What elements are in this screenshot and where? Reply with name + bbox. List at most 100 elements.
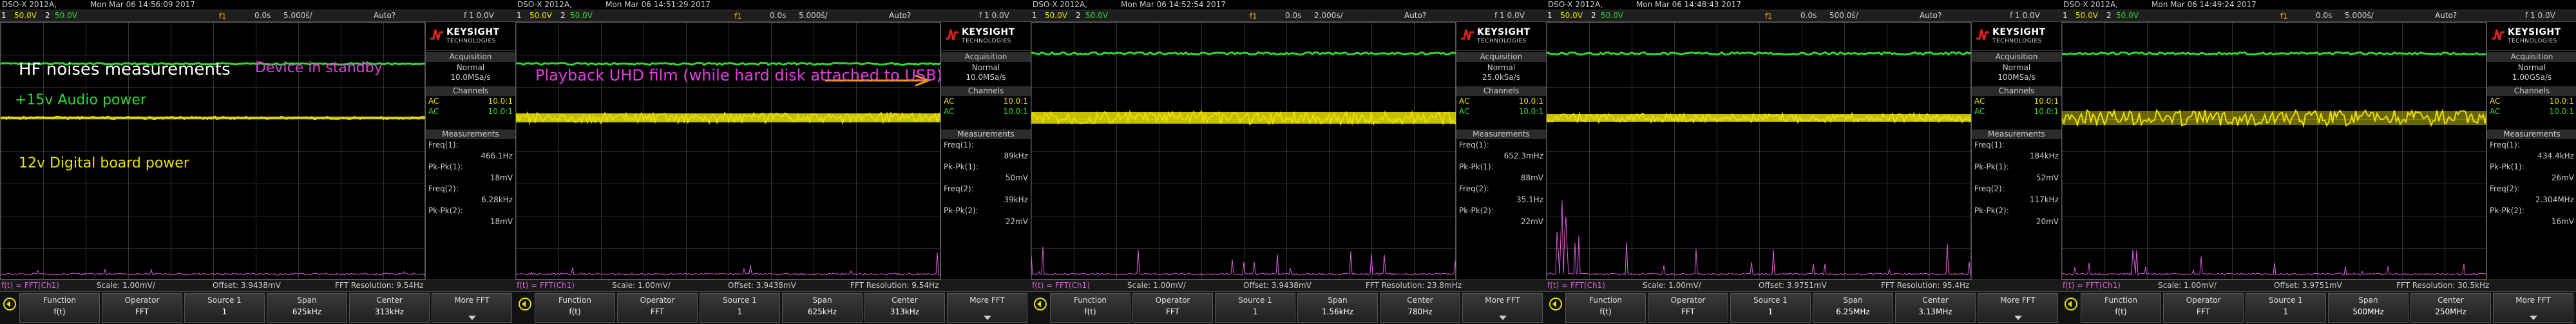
timebase[interactable]: 5.000ŝ/ <box>799 11 828 20</box>
softkey-center[interactable]: Center 313kHz <box>349 293 430 323</box>
time-offset[interactable]: 0.0s <box>2316 11 2332 20</box>
math-scale: Scale: 1.00mV/ <box>1127 281 1186 290</box>
ch2-scale[interactable]: 50.0V <box>1085 11 1108 20</box>
ch1-indicator[interactable]: 1 <box>1032 11 1037 20</box>
softkey-center[interactable]: Center 3.13MHz <box>1895 293 1976 323</box>
ch1-scale[interactable]: 50.0V <box>1045 11 1067 20</box>
measurements-header[interactable]: Measurements <box>941 129 1031 139</box>
ch2-indicator[interactable]: 2 <box>45 11 50 20</box>
trigger-mode[interactable]: Auto? <box>1404 11 1426 20</box>
softkey-span[interactable]: Span 500MHz <box>2328 293 2409 323</box>
softkey-more-fft[interactable]: More FFT <box>432 293 512 323</box>
trigger-mode[interactable]: Auto? <box>2435 11 2457 20</box>
run-status: f 1 0.0V <box>2010 11 2040 20</box>
trigger-indicator[interactable]: f 1 <box>219 11 226 21</box>
acquisition-mode: Normal <box>1487 63 1516 72</box>
back-arrow-icon[interactable] <box>1033 297 1047 311</box>
waveform-display[interactable] <box>1546 22 1972 280</box>
timebase[interactable]: 5.000ŝ/ <box>283 11 312 20</box>
softkey-center[interactable]: Center 313kHz <box>864 293 945 323</box>
softkey-function[interactable]: Function f(t) <box>1565 293 1646 323</box>
trigger-indicator[interactable]: f 1 <box>1250 11 1257 21</box>
timebase[interactable]: 2.000s/ <box>1314 11 1343 20</box>
acquisition-header[interactable]: Acquisition <box>941 52 1031 62</box>
time-offset[interactable]: 0.0s <box>1800 11 1817 20</box>
timebase[interactable]: 5.000ŝ/ <box>2345 11 2374 20</box>
ch1-scale[interactable]: 50.0V <box>1560 11 1583 20</box>
measurements-header[interactable]: Measurements <box>2487 129 2576 139</box>
back-arrow-icon[interactable] <box>2064 297 2078 311</box>
softkey-span[interactable]: Span 625kHz <box>267 293 347 323</box>
time-offset[interactable]: 0.0s <box>770 11 786 20</box>
timebase[interactable]: 500.0ŝ/ <box>1829 11 1858 20</box>
softkey-more-fft[interactable]: More FFT <box>1978 293 2058 323</box>
waveform-display[interactable]: Playback UHD film (while hard disk attac… <box>515 22 942 280</box>
ch1-scale[interactable]: 50.0V <box>530 11 552 20</box>
softkey-more-fft[interactable]: More FFT <box>2493 293 2573 323</box>
waveform-display[interactable] <box>1031 22 1456 280</box>
waveform-display[interactable]: HF noises measurements Device in standby +… <box>0 22 426 280</box>
channels-header[interactable]: Channels <box>1456 86 1546 96</box>
channels-header[interactable]: Channels <box>426 86 515 96</box>
softkey-more-fft[interactable]: More FFT <box>947 293 1027 323</box>
time-offset[interactable]: 0.0s <box>1285 11 1301 20</box>
acquisition-header[interactable]: Acquisition <box>1972 52 2061 62</box>
softkey-function[interactable]: Function f(t) <box>1050 293 1131 323</box>
softkey-operator[interactable]: Operator FFT <box>1132 293 1213 323</box>
back-arrow-icon[interactable] <box>518 297 532 311</box>
softkey-span[interactable]: Span 1.56kHz <box>1297 293 1378 323</box>
back-arrow-icon[interactable] <box>3 297 17 311</box>
measurements-header[interactable]: Measurements <box>1456 129 1546 139</box>
trigger-mode[interactable]: Auto? <box>374 11 396 20</box>
channels-header[interactable]: Channels <box>941 86 1031 96</box>
softkey-operator[interactable]: Operator FFT <box>617 293 698 323</box>
channels-header[interactable]: Channels <box>1972 86 2061 96</box>
softkey-source-1[interactable]: Source 11 <box>184 293 265 323</box>
trigger-indicator[interactable]: f 1 <box>1765 11 1772 21</box>
ch2-scale[interactable]: 50.0V <box>570 11 593 20</box>
acquisition-header[interactable]: Acquisition <box>1456 52 1546 62</box>
time-offset[interactable]: 0.0s <box>254 11 271 20</box>
run-status: f 1 0.0V <box>1494 11 1525 20</box>
acquisition-header[interactable]: Acquisition <box>426 52 515 62</box>
trigger-mode[interactable]: Auto? <box>889 11 911 20</box>
trigger-indicator[interactable]: f 1 <box>2280 11 2287 21</box>
softkey-source-1[interactable]: Source 11 <box>700 293 780 323</box>
softkey-source-1[interactable]: Source 11 <box>1215 293 1295 323</box>
ch2-indicator[interactable]: 2 <box>2106 11 2112 20</box>
softkey-operator[interactable]: Operator FFT <box>102 293 182 323</box>
ch1-scale[interactable]: 50.0V <box>2075 11 2098 20</box>
ch2-indicator[interactable]: 2 <box>560 11 566 20</box>
measurements-header[interactable]: Measurements <box>426 129 515 139</box>
channels-header[interactable]: Channels <box>2487 86 2576 96</box>
softkey-operator[interactable]: Operator FFT <box>2163 293 2244 323</box>
acquisition-header[interactable]: Acquisition <box>2487 52 2576 62</box>
softkey-source-1[interactable]: Source 11 <box>1730 293 1811 323</box>
softkey-center[interactable]: Center 250MHz <box>2410 293 2491 323</box>
softkey-span[interactable]: Span 625kHz <box>782 293 863 323</box>
softkey-span[interactable]: Span 6.25MHz <box>1813 293 1893 323</box>
ch2-trace <box>1547 51 1972 56</box>
measurements-header[interactable]: Measurements <box>1972 129 2061 139</box>
softkey-center[interactable]: Center 780Hz <box>1380 293 1460 323</box>
ch2-scale[interactable]: 50.0V <box>1601 11 1623 20</box>
softkey-function[interactable]: Function f(t) <box>2081 293 2161 323</box>
ch1-indicator[interactable]: 1 <box>2063 11 2068 20</box>
softkey-more-fft[interactable]: More FFT <box>1462 293 1543 323</box>
ch1-indicator[interactable]: 1 <box>1547 11 1552 20</box>
softkey-function[interactable]: Function f(t) <box>19 293 100 323</box>
trigger-indicator[interactable]: f 1 <box>734 11 741 21</box>
ch2-scale[interactable]: 50.0V <box>55 11 77 20</box>
back-arrow-icon[interactable] <box>1549 297 1563 311</box>
ch2-indicator[interactable]: 2 <box>1591 11 1596 20</box>
ch1-indicator[interactable]: 1 <box>1 11 6 20</box>
ch2-indicator[interactable]: 2 <box>1076 11 1081 20</box>
ch1-scale[interactable]: 50.0V <box>14 11 37 20</box>
softkey-source-1[interactable]: Source 11 <box>2246 293 2326 323</box>
softkey-operator[interactable]: Operator FFT <box>1648 293 1728 323</box>
ch2-scale[interactable]: 50.0V <box>2116 11 2139 20</box>
softkey-function[interactable]: Function f(t) <box>535 293 615 323</box>
waveform-display[interactable] <box>2061 22 2487 280</box>
trigger-mode[interactable]: Auto? <box>1920 11 1942 20</box>
ch1-indicator[interactable]: 1 <box>517 11 522 20</box>
